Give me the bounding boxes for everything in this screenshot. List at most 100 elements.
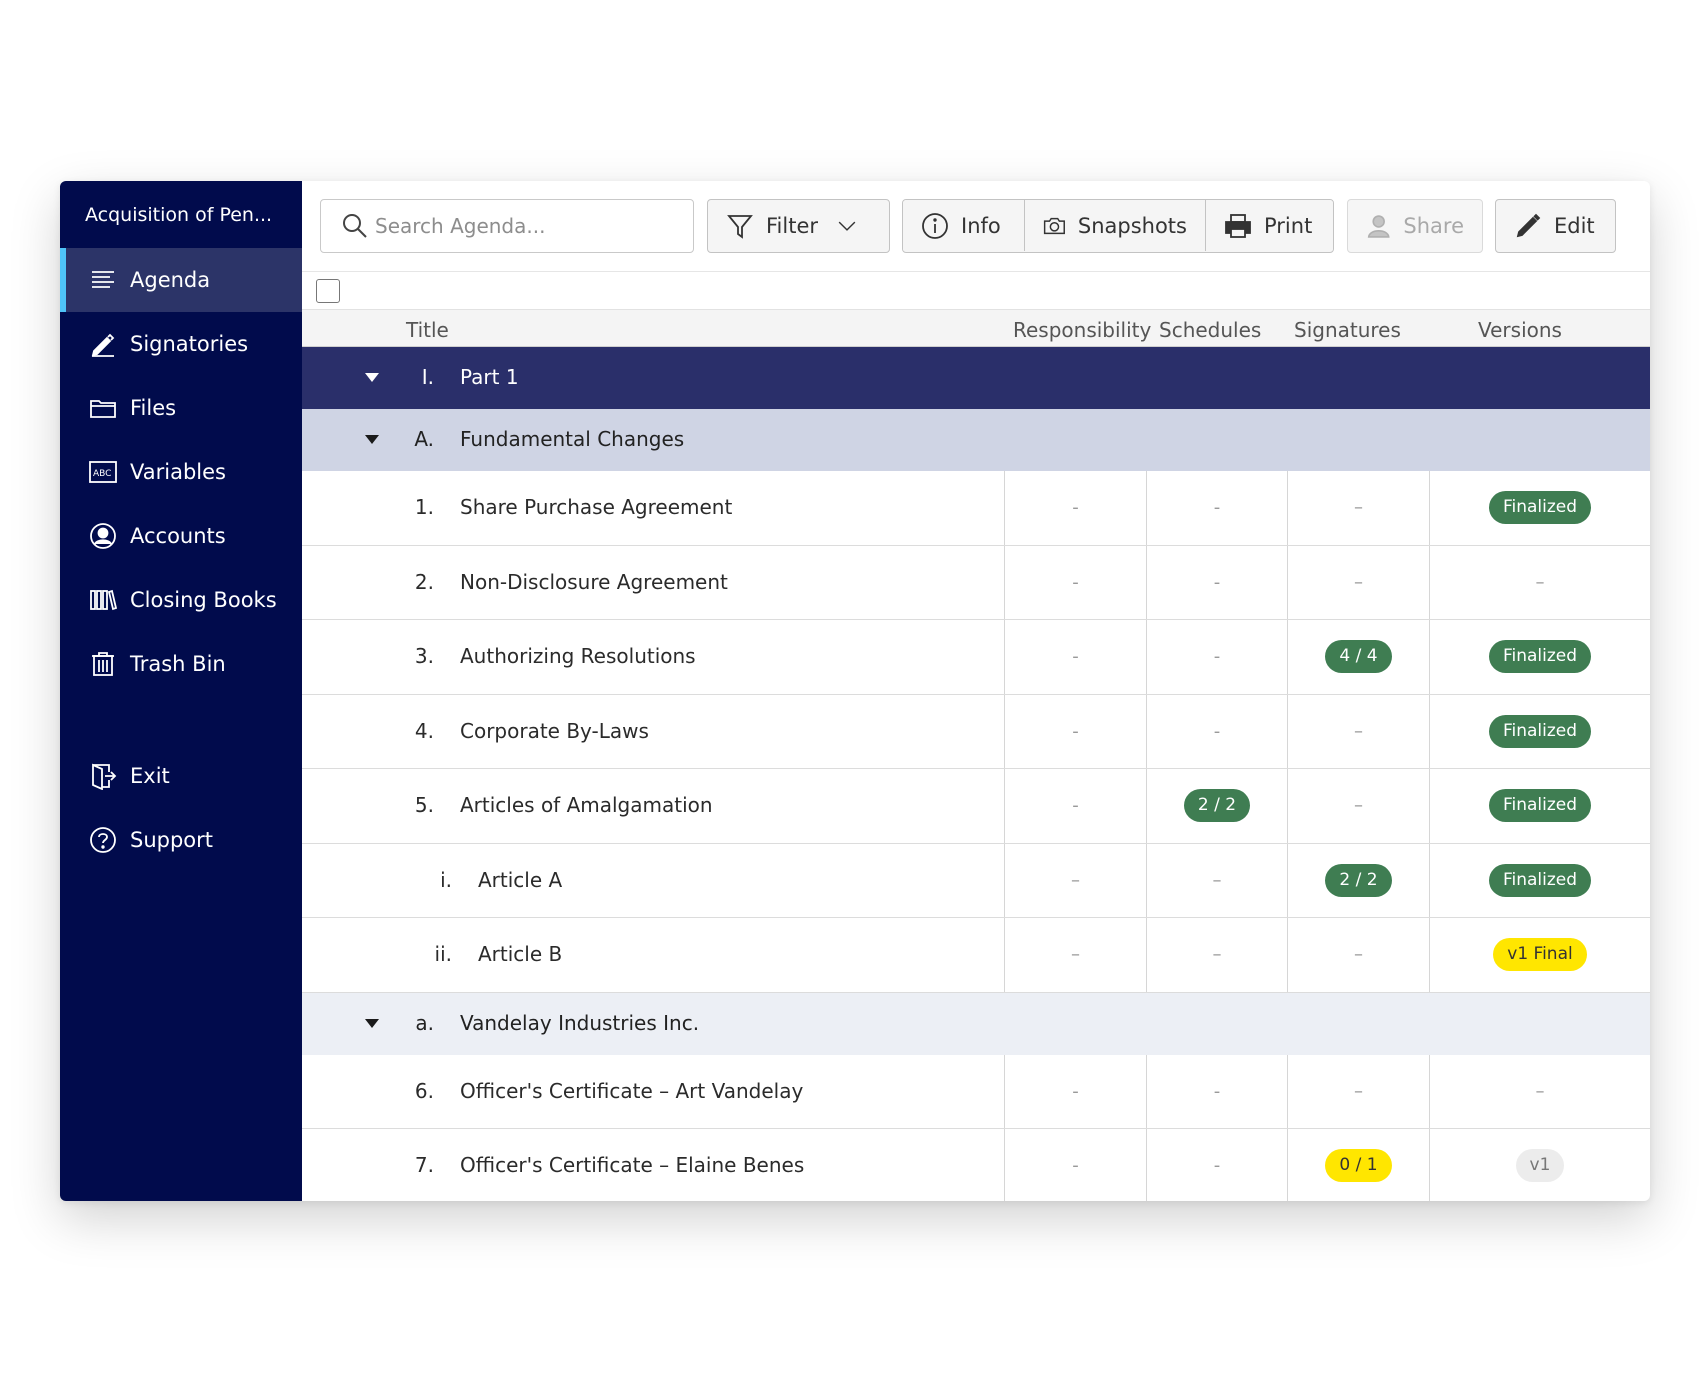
filter-label: Filter (766, 214, 819, 238)
sidebar-item-files[interactable]: Files (60, 376, 302, 440)
cell-responsibility[interactable]: - (1004, 694, 1146, 768)
column-header-title[interactable]: Title (406, 318, 449, 342)
camera-icon (1043, 217, 1065, 234)
cell-schedules[interactable]: – (1146, 918, 1287, 992)
agenda-section-row[interactable]: A. Fundamental Changes (302, 409, 1650, 471)
empty-value: – (1354, 1080, 1363, 1102)
item-title[interactable]: Officer's Certificate – Art Vandelay (460, 1079, 803, 1103)
cell-signatures[interactable]: – (1287, 1054, 1429, 1128)
status-badge: Finalized (1488, 640, 1592, 674)
cell-versions[interactable]: Finalized (1429, 620, 1650, 694)
cell-signatures[interactable]: – (1287, 471, 1429, 545)
cell-versions[interactable]: Finalized (1429, 694, 1650, 768)
item-title[interactable]: Articles of Amalgamation (460, 793, 713, 817)
sidebar-item-label: Trash Bin (130, 652, 226, 676)
list-icon (88, 265, 118, 295)
status-badge: 2 / 2 (1325, 863, 1392, 897)
empty-value: - (1213, 571, 1221, 593)
cell-responsibility[interactable]: - (1004, 545, 1146, 619)
item-title[interactable]: Authorizing Resolutions (460, 644, 696, 668)
caret-down-icon[interactable] (365, 435, 379, 444)
item-title[interactable]: Share Purchase Agreement (460, 495, 732, 519)
matter-title[interactable]: Acquisition of Pen... (60, 181, 302, 248)
search-input[interactable] (375, 214, 675, 238)
caret-down-icon[interactable] (365, 1018, 379, 1028)
cell-responsibility[interactable]: - (1004, 1129, 1146, 1201)
table-row[interactable]: 3. Authorizing Resolutions - - 4 / 4 Finalize… (302, 620, 1650, 695)
cell-versions[interactable]: v1 Final (1429, 918, 1650, 992)
column-header-responsibility[interactable]: Responsibility (1013, 318, 1151, 342)
info-button[interactable]: Info (903, 200, 1024, 251)
caret-down-icon[interactable] (365, 373, 379, 382)
cell-signatures[interactable]: 2 / 2 (1287, 843, 1429, 917)
cell-signatures[interactable]: – (1287, 918, 1429, 992)
cell-schedules[interactable]: - (1146, 694, 1287, 768)
cell-signatures[interactable]: 0 / 1 (1287, 1129, 1429, 1201)
table-row[interactable]: 4. Corporate By-Laws - - – Finalized (302, 694, 1650, 769)
column-header-signatures[interactable]: Signatures (1294, 318, 1401, 342)
filter-button[interactable]: Filter (707, 199, 890, 253)
sidebar-item-signatories[interactable]: Signatories (60, 312, 302, 376)
cell-schedules[interactable]: 2 / 2 (1146, 769, 1287, 843)
print-button[interactable]: Print (1205, 200, 1333, 251)
item-title[interactable]: Article B (478, 942, 562, 966)
cell-schedules[interactable]: – (1146, 843, 1287, 917)
cell-responsibility[interactable]: - (1004, 769, 1146, 843)
sidebar-item-exit[interactable]: Exit (60, 744, 302, 808)
sidebar-item-accounts[interactable]: Accounts (60, 504, 302, 568)
table-header: Title Responsibility Schedules Signature… (302, 309, 1650, 347)
cell-signatures[interactable]: – (1287, 545, 1429, 619)
cell-responsibility[interactable]: - (1004, 620, 1146, 694)
view-button-group: Info Snapshots Print (902, 199, 1334, 253)
cell-versions[interactable]: Finalized (1429, 471, 1650, 545)
item-title[interactable]: Corporate By-Laws (460, 719, 649, 743)
empty-value: - (1213, 720, 1221, 742)
cell-schedules[interactable]: - (1146, 1129, 1287, 1201)
table-row[interactable]: 2. Non-Disclosure Agreement - - – – (302, 545, 1650, 620)
cell-schedules[interactable]: - (1146, 1054, 1287, 1128)
sidebar-item-closing-books[interactable]: Closing Books (60, 568, 302, 632)
cell-responsibility[interactable]: - (1004, 471, 1146, 545)
item-title[interactable]: Article A (478, 868, 562, 892)
empty-value: – (1354, 571, 1363, 593)
status-badge: v1 Final (1493, 938, 1587, 972)
svg-text:ABC: ABC (93, 469, 111, 479)
cell-versions[interactable]: – (1429, 545, 1650, 619)
info-label: Info (961, 213, 1001, 238)
table-row[interactable]: i. Article A – – 2 / 2 Finalized (302, 843, 1650, 918)
cell-schedules[interactable]: - (1146, 620, 1287, 694)
cell-versions[interactable]: Finalized (1429, 843, 1650, 917)
cell-schedules[interactable]: - (1146, 545, 1287, 619)
cell-signatures[interactable]: 4 / 4 (1287, 620, 1429, 694)
cell-signatures[interactable]: – (1287, 694, 1429, 768)
search-box[interactable] (320, 199, 694, 253)
sidebar-item-support[interactable]: Support (60, 808, 302, 872)
cell-versions[interactable]: Finalized (1429, 769, 1650, 843)
edit-button[interactable]: Edit (1495, 199, 1616, 253)
table-row[interactable]: 1. Share Purchase Agreement - - – Finalized (302, 471, 1650, 546)
sidebar-item-trash-bin[interactable]: Trash Bin (60, 632, 302, 696)
cell-responsibility[interactable]: - (1004, 1054, 1146, 1128)
column-header-versions[interactable]: Versions (1478, 318, 1562, 342)
item-title[interactable]: Non-Disclosure Agreement (460, 570, 728, 594)
cell-responsibility[interactable]: – (1004, 918, 1146, 992)
select-all-checkbox[interactable] (316, 278, 340, 303)
cell-versions[interactable]: v1 (1429, 1129, 1650, 1201)
agenda-part-row[interactable]: I. Part 1 (302, 347, 1650, 409)
sidebar-item-variables[interactable]: ABC Variables (60, 440, 302, 504)
table-row[interactable]: 6. Officer's Certificate – Art Vandelay - -… (302, 1054, 1650, 1129)
item-number: 7. (414, 1153, 434, 1177)
agenda-subsection-row[interactable]: a. Vandelay Industries Inc. (302, 992, 1650, 1055)
cell-versions[interactable]: – (1429, 1054, 1650, 1128)
table-row[interactable]: ii. Article B – – – v1 Final (302, 918, 1650, 993)
item-title[interactable]: Officer's Certificate – Elaine Benes (460, 1153, 804, 1177)
sidebar-item-agenda[interactable]: Agenda (60, 248, 302, 312)
snapshots-button[interactable]: Snapshots (1024, 200, 1205, 251)
cell-schedules[interactable]: - (1146, 471, 1287, 545)
share-button[interactable]: Share (1347, 199, 1483, 253)
table-row[interactable]: 5. Articles of Amalgamation - 2 / 2 – Finaliz… (302, 769, 1650, 844)
table-row[interactable]: 7. Officer's Certificate – Elaine Benes - -… (302, 1129, 1650, 1201)
column-header-schedules[interactable]: Schedules (1159, 318, 1261, 342)
cell-signatures[interactable]: – (1287, 769, 1429, 843)
cell-responsibility[interactable]: – (1004, 843, 1146, 917)
